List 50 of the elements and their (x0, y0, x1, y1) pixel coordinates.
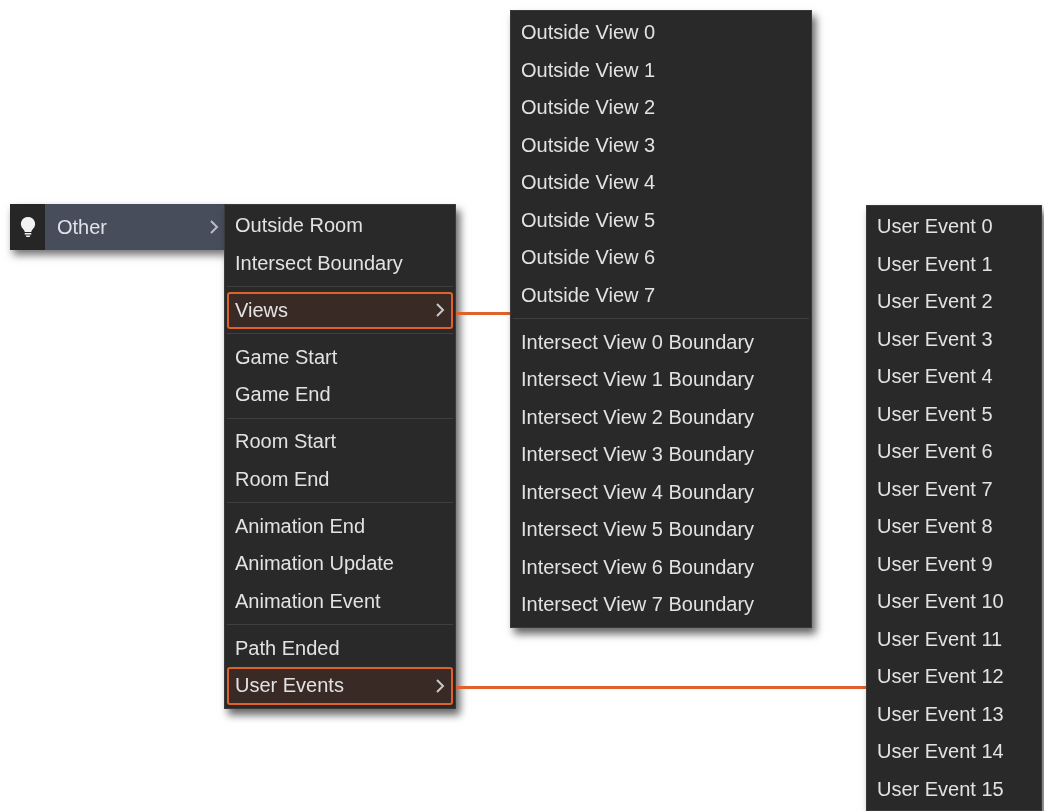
menu-item[interactable]: User Event 3 (869, 320, 1039, 358)
menu-item[interactable]: Outside Room (227, 207, 453, 245)
menu-item[interactable]: Intersect View 2 Boundary (513, 398, 809, 436)
chevron-icon (435, 677, 445, 694)
menu-item[interactable]: Game Start (227, 338, 453, 376)
menu-item[interactable]: User Event 0 (869, 208, 1039, 246)
menu-item[interactable]: User Event 9 (869, 545, 1039, 583)
menu-item[interactable]: User Event 11 (869, 620, 1039, 658)
menu-item[interactable]: Room End (227, 460, 453, 498)
menu-item[interactable]: Room Start (227, 423, 453, 461)
menu-item[interactable]: Intersect View 5 Boundary (513, 511, 809, 549)
menu-item[interactable]: Intersect View 6 Boundary (513, 548, 809, 586)
menu-item[interactable]: Path Ended (227, 629, 453, 667)
menu-item[interactable]: Intersect View 7 Boundary (513, 586, 809, 624)
menu-item[interactable]: User Event 7 (869, 470, 1039, 508)
menu-item[interactable]: Outside View 6 (513, 239, 809, 277)
menu-item[interactable]: Animation End (227, 507, 453, 545)
menu-item[interactable]: User Event 14 (869, 733, 1039, 771)
menu-item[interactable]: User Event 1 (869, 245, 1039, 283)
menu-item[interactable]: User Event 6 (869, 433, 1039, 471)
menu-item[interactable]: Outside View 7 (513, 276, 809, 314)
menu-item[interactable]: User Event 8 (869, 508, 1039, 546)
menu-item[interactable]: User Event 12 (869, 658, 1039, 696)
menu-item[interactable]: Intersect Boundary (227, 244, 453, 282)
menu-item[interactable]: Animation Event (227, 582, 453, 620)
menu-item[interactable]: Outside View 1 (513, 51, 809, 89)
menu-item[interactable]: Outside View 5 (513, 201, 809, 239)
menu-item[interactable]: Intersect View 0 Boundary (513, 323, 809, 361)
menu-item[interactable]: User Event 2 (869, 283, 1039, 321)
chevron-icon (209, 219, 219, 235)
menu-item[interactable]: Outside View 2 (513, 89, 809, 127)
menu-item[interactable]: User Event 10 (869, 583, 1039, 621)
menu-item[interactable]: User Event 15 (869, 770, 1039, 808)
menu-item[interactable]: Intersect View 1 Boundary (513, 361, 809, 399)
menu-item[interactable]: Game End (227, 376, 453, 414)
menu-item[interactable]: User Event 5 (869, 395, 1039, 433)
menu-item[interactable]: Intersect View 4 Boundary (513, 473, 809, 511)
menu-item[interactable]: Outside View 0 (513, 14, 809, 52)
menu-item[interactable]: User Events (227, 667, 453, 705)
chevron-icon (435, 302, 445, 319)
menu-item[interactable]: Outside View 4 (513, 164, 809, 202)
menu-item[interactable]: Views (227, 291, 453, 329)
category-button[interactable]: Other (10, 204, 225, 250)
menu-item[interactable]: User Event 13 (869, 695, 1039, 733)
menu-item[interactable]: Outside View 3 (513, 126, 809, 164)
lightbulb-icon (19, 216, 36, 238)
menu-item[interactable]: User Event 4 (869, 358, 1039, 396)
menu-item[interactable]: Animation Update (227, 545, 453, 583)
connector-line (456, 312, 511, 315)
menu-item[interactable]: Intersect View 3 Boundary (513, 436, 809, 474)
